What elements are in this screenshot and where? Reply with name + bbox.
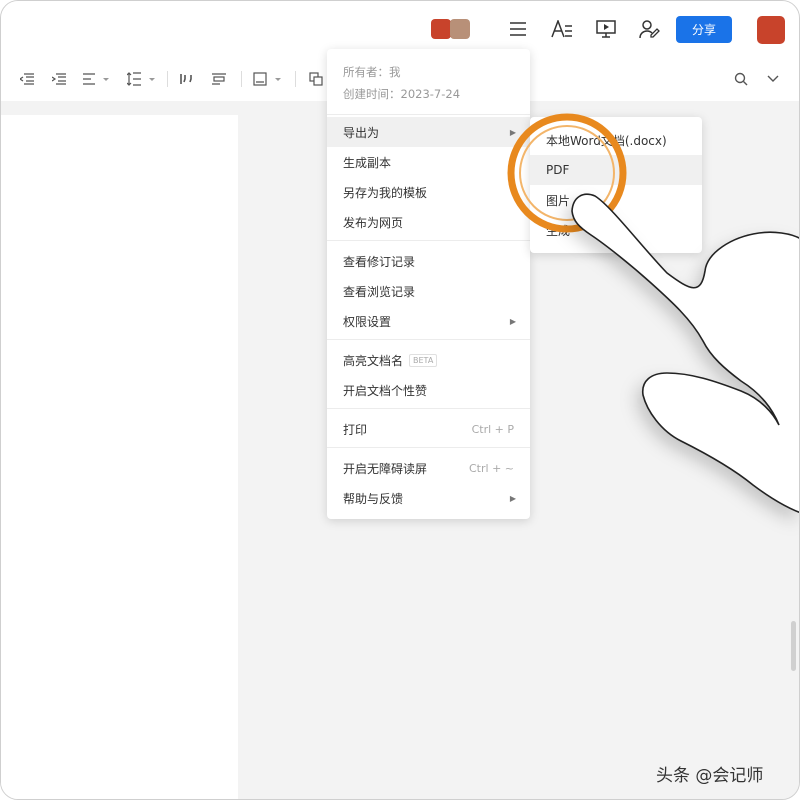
- user-avatar[interactable]: [757, 16, 785, 44]
- align-icon[interactable]: [81, 69, 113, 89]
- watermark: 头条 @会记师: [656, 766, 764, 786]
- toolbar-divider: [241, 71, 242, 87]
- menu-divider: [327, 447, 530, 448]
- menu-item-label: 帮助与反馈: [343, 491, 404, 506]
- present-icon[interactable]: [594, 17, 618, 41]
- image-icon[interactable]: [252, 69, 284, 89]
- toolbar-divider: [167, 71, 168, 87]
- beta-badge: BETA: [409, 353, 438, 367]
- menu-item-view-history[interactable]: 查看浏览记录: [327, 276, 530, 306]
- export-pdf[interactable]: PDF: [530, 155, 702, 185]
- text-style-icon[interactable]: [550, 17, 574, 41]
- menu-item-export[interactable]: 导出为 ▶: [327, 117, 530, 147]
- menu-item-label: 查看修订记录: [343, 254, 416, 269]
- indent-decrease-icon[interactable]: [17, 69, 37, 89]
- menu-icon[interactable]: [506, 17, 530, 41]
- submenu-item-label: 本地Word文档(.docx): [546, 133, 667, 148]
- chevron-down-icon[interactable]: [763, 69, 783, 89]
- menu-item-label: 开启无障碍读屏: [343, 461, 428, 476]
- owner-info: 所有者：我: [343, 65, 401, 79]
- menu-item-make-copy[interactable]: 生成副本: [327, 147, 530, 177]
- copy-icon[interactable]: [306, 69, 326, 89]
- export-generate[interactable]: 生成: [530, 215, 702, 245]
- menu-item-help[interactable]: 帮助与反馈 ▶: [327, 483, 530, 513]
- user-edit-icon[interactable]: [638, 17, 662, 41]
- menu-item-label: 权限设置: [343, 314, 392, 329]
- menu-item-accessibility[interactable]: 开启无障碍读屏 Ctrl + ~: [327, 453, 530, 483]
- menu-item-publish-web[interactable]: 发布为网页: [327, 207, 530, 237]
- export-image[interactable]: 图片: [530, 185, 702, 215]
- export-docx[interactable]: 本地Word文档(.docx): [530, 125, 702, 155]
- chevron-right-icon: ▶: [509, 127, 516, 137]
- submenu-item-label: PDF: [546, 163, 570, 177]
- created-info: 创建时间：2023-7-24: [343, 87, 461, 101]
- shortcut-label: Ctrl + P: [471, 422, 514, 436]
- quote-icon[interactable]: [178, 69, 198, 89]
- share-button[interactable]: 分享: [676, 16, 732, 43]
- collaborator-avatar[interactable]: [431, 19, 451, 39]
- more-menu: 所有者：我 创建时间：2023-7-24 导出为 ▶ 生成副本 另存为我的模板 …: [327, 49, 530, 519]
- menu-item-label: 导出为: [343, 125, 380, 140]
- menu-item-label: 另存为我的模板: [343, 185, 428, 200]
- menu-item-revision-history[interactable]: 查看修订记录: [327, 246, 530, 276]
- menu-item-label: 查看浏览记录: [343, 284, 416, 299]
- toolbar-divider: [295, 71, 296, 87]
- menu-item-label: 打印: [343, 422, 368, 437]
- menu-divider: [327, 408, 530, 409]
- chevron-right-icon: ▶: [509, 316, 516, 326]
- menu-item-label: 发布为网页: [343, 215, 404, 230]
- line-spacing-icon[interactable]: [126, 69, 158, 89]
- indent-increase-icon[interactable]: [49, 69, 69, 89]
- menu-item-label: 高亮文档名: [343, 353, 404, 368]
- submenu-item-label: 图片: [546, 193, 571, 208]
- app-window: 分享 所有者：我 创建时间：2023-7-24 导出为 ▶ 生成副本 另存为我的…: [0, 0, 800, 800]
- menu-item-permissions[interactable]: 权限设置 ▶: [327, 306, 530, 336]
- chevron-right-icon: ▶: [509, 493, 516, 503]
- menu-divider: [327, 339, 530, 340]
- export-submenu: 本地Word文档(.docx) PDF 图片 生成: [530, 117, 702, 253]
- menu-item-label: 生成副本: [343, 155, 392, 170]
- menu-item-personal-like[interactable]: 开启文档个性赞: [327, 375, 530, 405]
- menu-item-highlight-title[interactable]: 高亮文档名 BETA: [327, 345, 530, 375]
- submenu-item-label: 生成: [546, 223, 571, 238]
- menu-item-label: 开启文档个性赞: [343, 383, 428, 398]
- vertical-scrollbar[interactable]: [791, 621, 796, 671]
- search-icon[interactable]: [731, 69, 751, 89]
- menu-divider: [327, 114, 530, 115]
- shortcut-label: Ctrl + ~: [469, 461, 514, 475]
- menu-item-save-as-template[interactable]: 另存为我的模板: [327, 177, 530, 207]
- menu-divider: [327, 240, 530, 241]
- collaborator-avatar[interactable]: [450, 19, 470, 39]
- document-page[interactable]: [1, 115, 238, 799]
- block-icon[interactable]: [209, 69, 229, 89]
- menu-item-print[interactable]: 打印 Ctrl + P: [327, 414, 530, 444]
